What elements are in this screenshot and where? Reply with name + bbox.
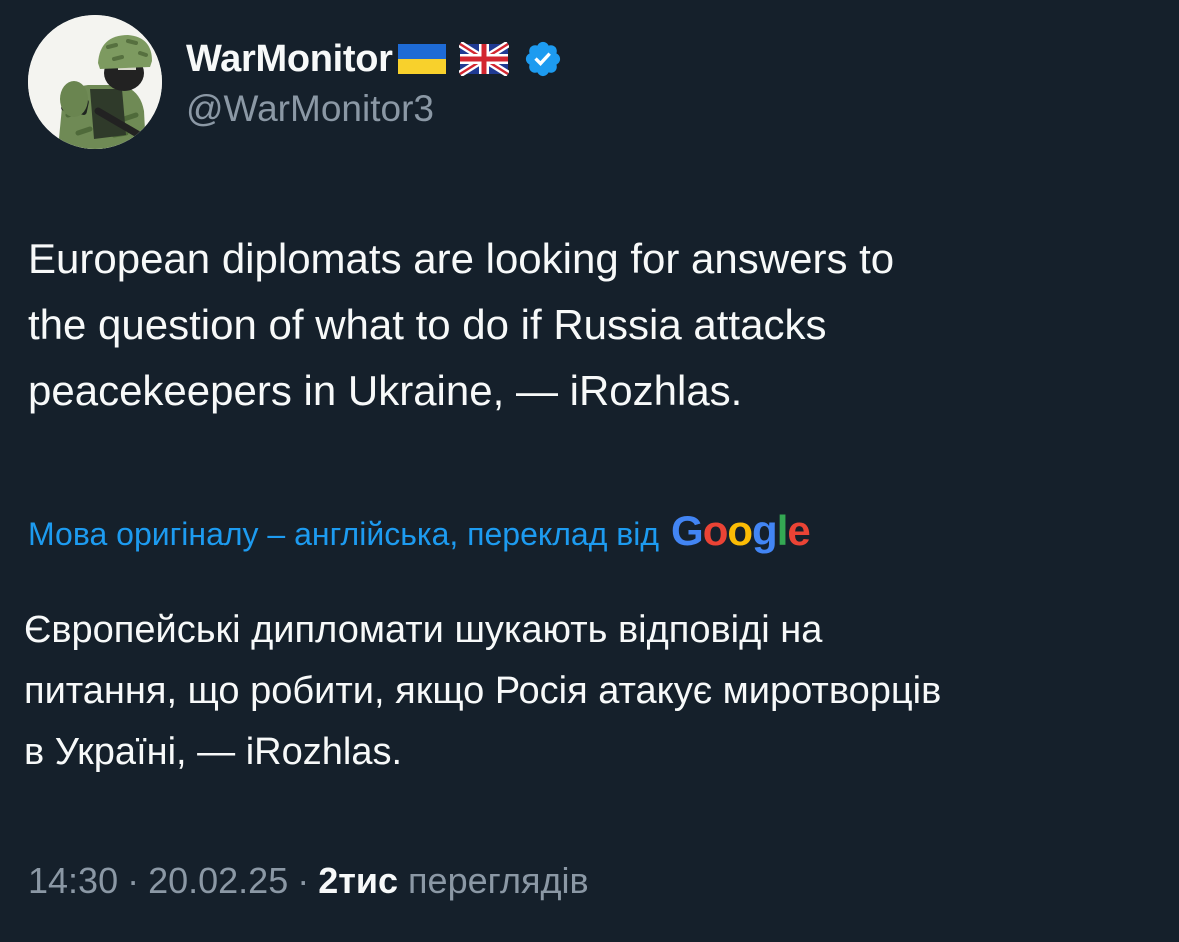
tweet-header: WarMonitor @WarMonitor3 bbox=[28, 14, 563, 150]
avatar[interactable] bbox=[28, 15, 162, 149]
translation-label[interactable]: Мова оригіналу – англійська, переклад ві… bbox=[28, 516, 659, 553]
translation-attribution: Мова оригіналу – англійська, переклад ві… bbox=[28, 506, 811, 562]
tweet-text: European diplomats are looking for answe… bbox=[28, 235, 895, 414]
name-row: WarMonitor bbox=[186, 34, 563, 84]
views-label: переглядів bbox=[408, 860, 589, 901]
author-info: WarMonitor @WarMonitor3 bbox=[186, 34, 563, 130]
tweet-date[interactable]: 20.02.25 bbox=[148, 860, 288, 902]
ukraine-flag-icon bbox=[397, 42, 447, 76]
uk-flag-icon bbox=[458, 42, 509, 76]
google-logo: Google bbox=[671, 507, 811, 554]
tweet-time[interactable]: 14:30 bbox=[28, 860, 118, 902]
user-handle[interactable]: @WarMonitor3 bbox=[186, 88, 563, 130]
verified-badge-icon[interactable] bbox=[523, 39, 563, 79]
tweet-meta: 14:30 · 20.02.25 · 2тис переглядів bbox=[28, 856, 589, 906]
translated-text: Європейські дипломати шукають відповіді … bbox=[24, 609, 942, 773]
views-count[interactable]: 2тис bbox=[318, 860, 398, 902]
display-name[interactable]: WarMonitor bbox=[186, 38, 393, 81]
meta-separator: · bbox=[127, 860, 140, 901]
meta-separator: · bbox=[297, 860, 310, 901]
soldier-avatar-image bbox=[28, 15, 162, 149]
